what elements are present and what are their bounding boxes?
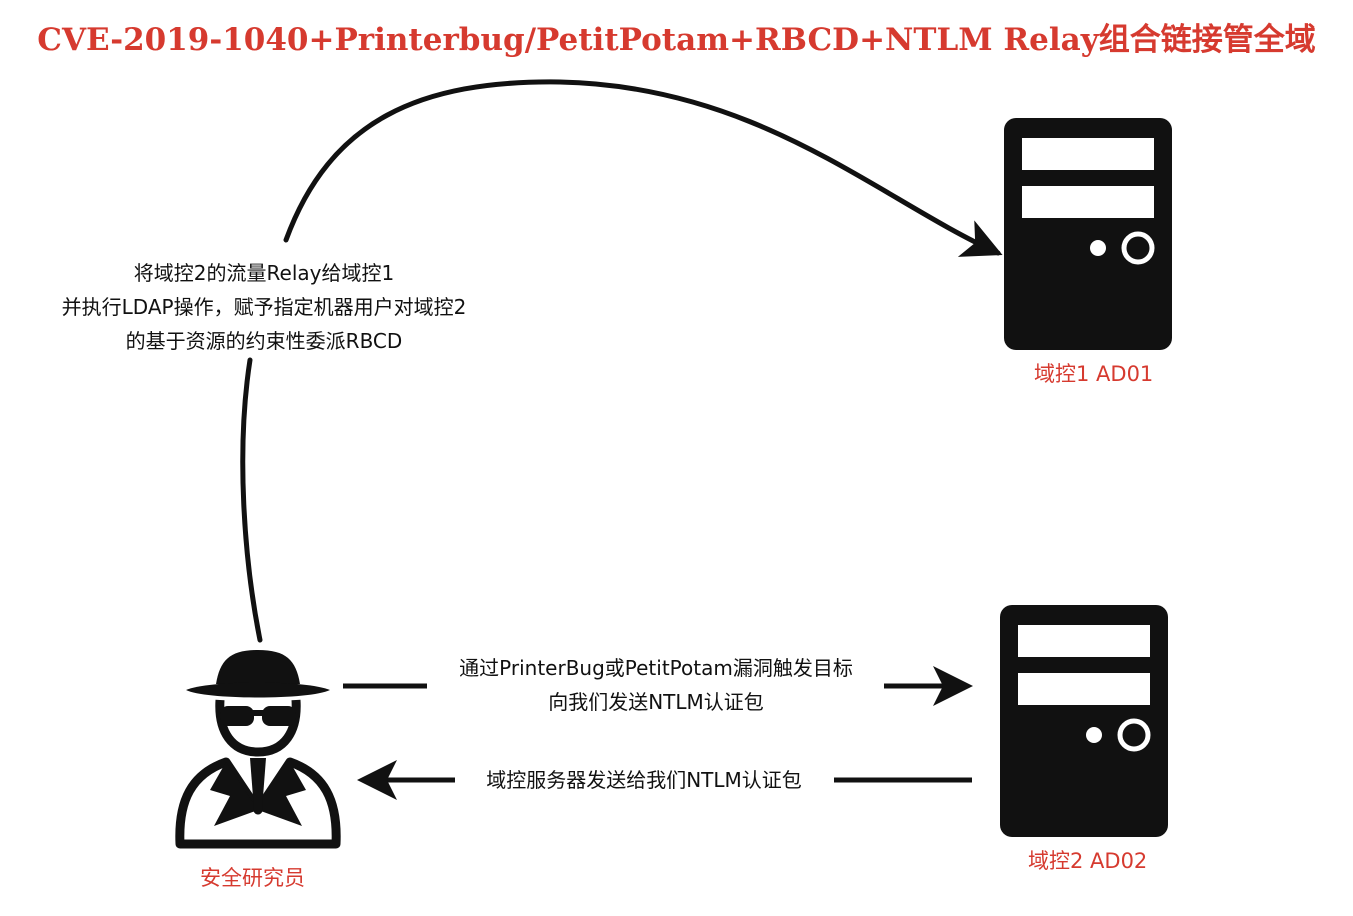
trigger-annotation-line1: 通过PrinterBug或PetitPotam漏洞触发目标 <box>459 656 853 680</box>
server-tower-icon <box>1004 118 1172 350</box>
relay-annotation-line3: 的基于资源的约束性委派RBCD <box>125 329 403 353</box>
researcher-label: 安全研究员 <box>200 866 305 890</box>
relay-annotation: 将域控2的流量Relay给域控1 并执行LDAP操作，赋予指定机器用户对域控2 … <box>30 256 498 358</box>
relay-arrow-upper <box>283 79 1003 257</box>
dc1-label: 域控1 AD01 <box>1034 362 1154 386</box>
trigger-annotation: 通过PrinterBug或PetitPotam漏洞触发目标 向我们发送NTLM认… <box>430 651 882 719</box>
relay-arrow-lower <box>240 357 263 643</box>
response-annotation-line1: 域控服务器发送给我们NTLM认证包 <box>486 768 802 792</box>
relay-annotation-line2: 并执行LDAP操作，赋予指定机器用户对域控2 <box>61 295 467 319</box>
trigger-annotation-line2: 向我们发送NTLM认证包 <box>548 690 764 714</box>
spy-hacker-icon <box>175 650 341 849</box>
dc2-label: 域控2 AD02 <box>1028 849 1148 873</box>
server-tower-icon <box>1000 605 1168 837</box>
response-annotation: 域控服务器发送给我们NTLM认证包 <box>456 763 832 797</box>
relay-annotation-line1: 将域控2的流量Relay给域控1 <box>133 261 395 285</box>
